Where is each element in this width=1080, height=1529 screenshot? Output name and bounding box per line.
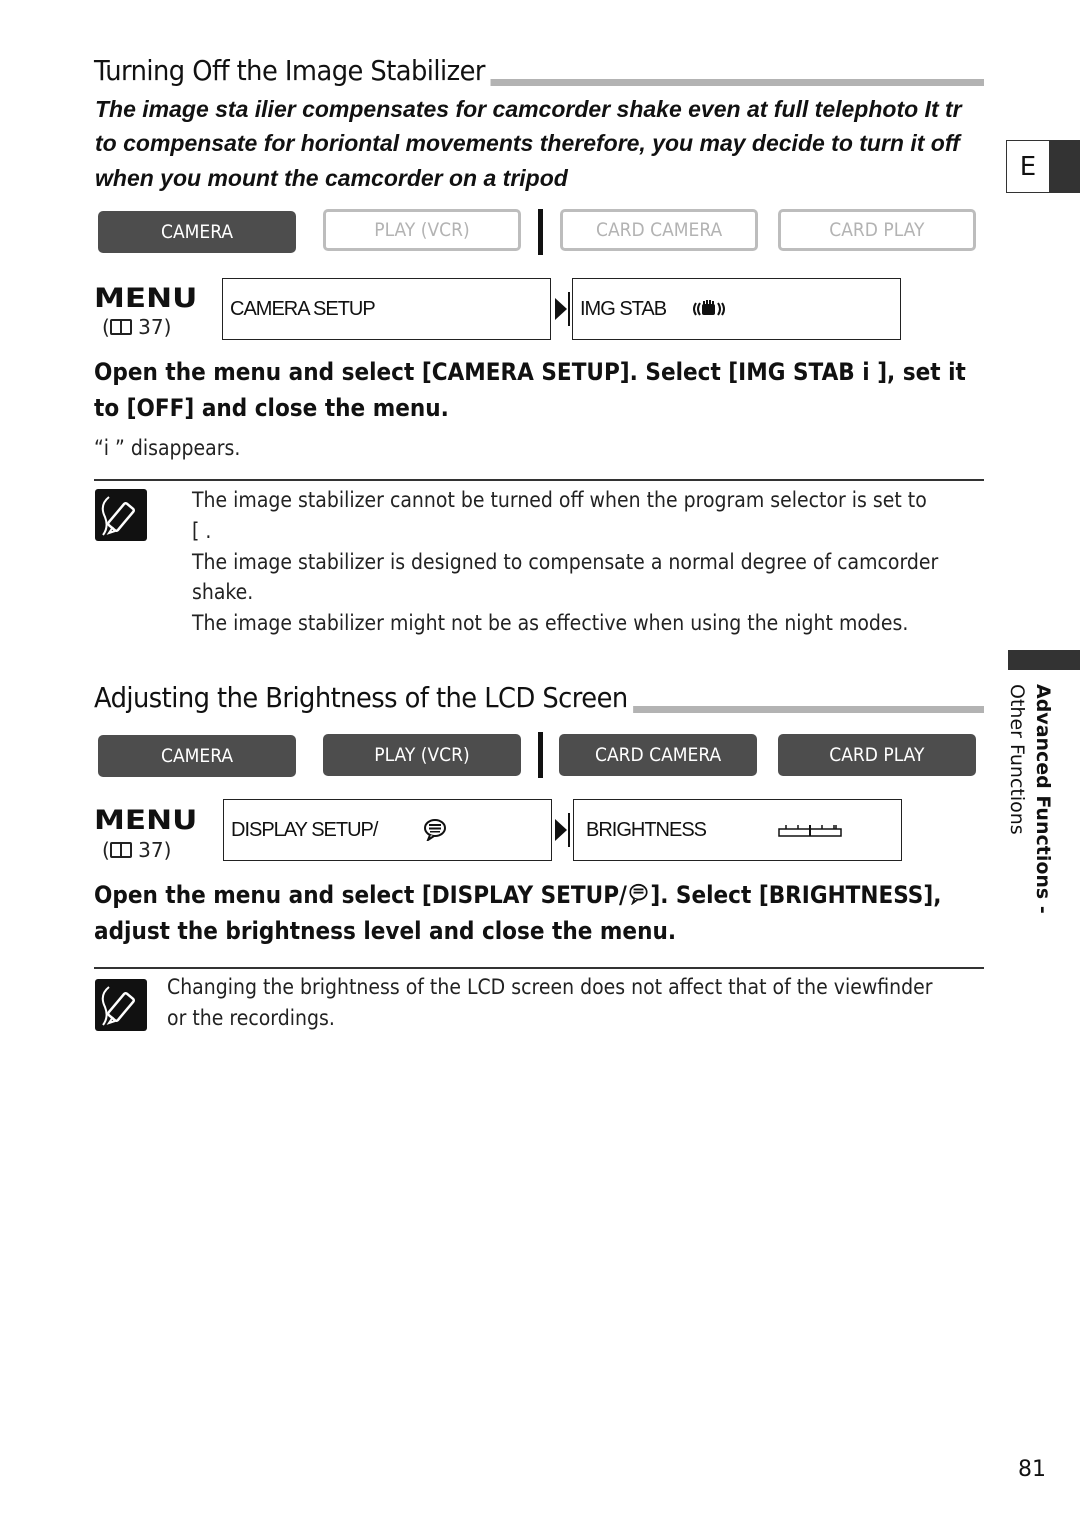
note-text: The image stabilizer is designed to comp… <box>192 550 939 574</box>
language-tab-bar <box>1050 140 1080 193</box>
intro-line-3: when you mount the camcorder on a tripod <box>95 165 568 191</box>
brightness-scale-icon <box>778 823 842 837</box>
chapter-title: Advanced Functions - <box>1032 684 1054 914</box>
chapter-subtitle: Other Functions <box>1006 684 1028 835</box>
menu-box-camera-setup: CAMERA SETUP <box>222 278 551 340</box>
mode-label: CARD CAMERA <box>595 219 723 241</box>
step-line-2: to [OFF] and close the menu. <box>94 394 449 422</box>
notes-divider <box>94 967 984 969</box>
mode-card-play: CARD PLAY <box>778 734 976 776</box>
menu-box-label: DISPLAY SETUP/ <box>231 818 378 841</box>
menu-box-label: CAMERA SETUP <box>230 297 376 320</box>
menu-arrow-bar <box>568 292 570 326</box>
notes-divider <box>94 479 984 481</box>
ref-page-number: 37) <box>138 838 172 862</box>
step-result: “i ” disappears. <box>94 436 241 460</box>
note-pencil-icon <box>95 489 147 541</box>
mode-camera: CAMERA <box>98 735 296 777</box>
menu-box-brightness: BRIGHTNESS <box>573 799 902 861</box>
menu-box-label: BRIGHTNESS <box>586 818 707 841</box>
language-tab-letter: E <box>1019 151 1037 182</box>
mode-card-play: CARD PLAY <box>778 209 976 251</box>
book-icon <box>109 319 132 335</box>
intro-line-1: The image sta ilier compensates for camc… <box>95 96 962 122</box>
section-title: Adjusting the Brightness of the LCD Scre… <box>94 681 634 714</box>
mode-card-camera: CARD CAMERA <box>559 734 757 776</box>
mode-divider <box>538 209 543 255</box>
mode-divider <box>538 732 543 778</box>
mode-label: PLAY (VCR) <box>374 744 470 766</box>
note-text: The image stabilizer cannot be turned of… <box>192 488 927 512</box>
speech-bubble-icon <box>629 879 649 915</box>
menu-label: MENU <box>94 805 198 836</box>
menu-label: MENU <box>94 283 198 314</box>
menu-box-display-setup: DISPLAY SETUP/ <box>223 799 552 861</box>
note-text: or the recordings. <box>167 1006 335 1030</box>
mode-label: CARD CAMERA <box>594 744 722 766</box>
hand-shake-icon <box>692 300 728 318</box>
mode-label: CARD PLAY <box>829 744 925 766</box>
note-text: shake. <box>192 580 254 604</box>
note-text: The image stabilizer might not be as eff… <box>192 611 909 635</box>
speech-bubble-icon <box>423 819 447 841</box>
note-text: [ . <box>192 519 212 543</box>
mode-label: PLAY (VCR) <box>374 219 470 241</box>
mode-card-camera: CARD CAMERA <box>560 209 758 251</box>
mode-label: CAMERA <box>160 745 234 767</box>
ref-paren: ( <box>102 838 110 862</box>
step-line-1: Open the menu and select [DISPLAY SETUP/… <box>94 877 941 915</box>
ref-page-number: 37) <box>138 315 172 339</box>
chapter-tab-bar <box>1008 650 1080 670</box>
mode-camera: CAMERA <box>98 211 296 253</box>
step-text: ]. Select [BRIGHTNESS], <box>650 881 942 909</box>
menu-box-label: IMG STAB <box>580 297 667 320</box>
page-number: 81 <box>1018 1457 1046 1482</box>
menu-arrow-icon <box>555 298 567 320</box>
step-line-2: adjust the brightness level and close th… <box>94 917 677 945</box>
note-pencil-icon <box>95 979 147 1031</box>
menu-page-ref: ( 37) <box>102 315 171 339</box>
step-text: Open the menu and select [DISPLAY SETUP/ <box>94 881 627 909</box>
mode-play-vcr: PLAY (VCR) <box>323 209 521 251</box>
ref-paren: ( <box>102 315 110 339</box>
menu-page-ref: ( 37) <box>102 838 171 862</box>
menu-box-img-stab: IMG STAB <box>572 278 901 340</box>
book-icon <box>109 842 132 858</box>
language-tab: E <box>1006 140 1050 193</box>
section-title: Turning Off the Image Stabilizer <box>94 54 491 87</box>
menu-arrow-icon <box>555 819 567 841</box>
note-text: Changing the brightness of the LCD scree… <box>167 975 933 999</box>
mode-label: CARD PLAY <box>829 219 925 241</box>
mode-label: CAMERA <box>160 221 234 243</box>
step-line-1: Open the menu and select [CAMERA SETUP].… <box>94 358 966 386</box>
intro-line-2: to compensate for horiontal movements th… <box>95 130 960 156</box>
menu-arrow-bar <box>568 813 570 847</box>
mode-play-vcr: PLAY (VCR) <box>323 734 521 776</box>
